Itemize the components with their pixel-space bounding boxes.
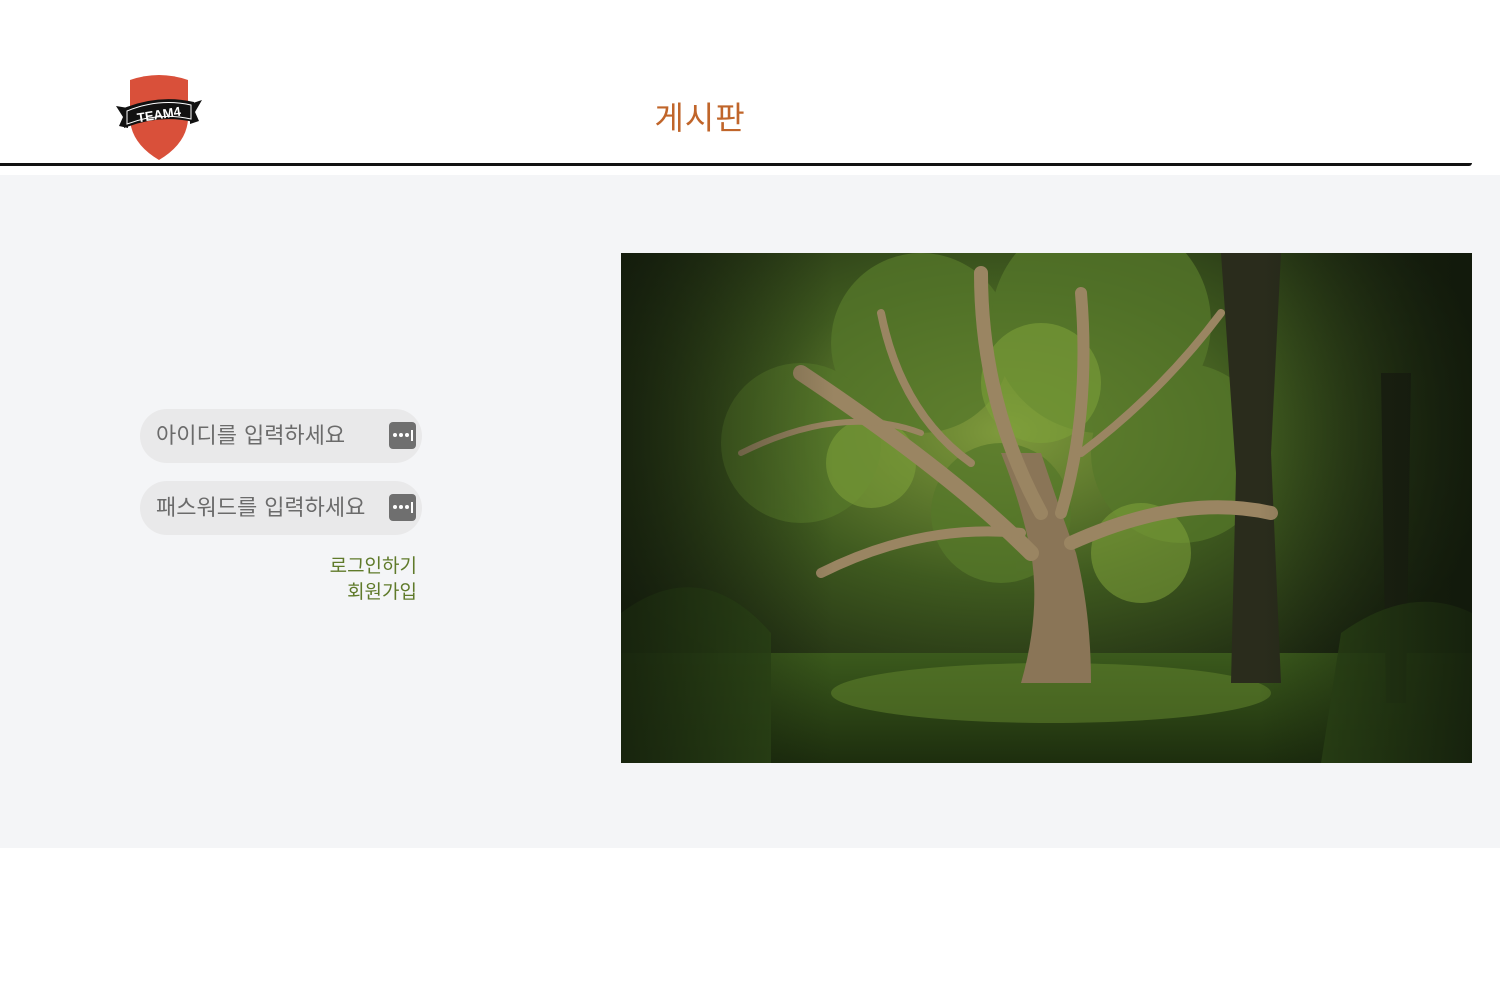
password-manager-icon[interactable] <box>389 494 416 521</box>
login-form <box>140 409 422 553</box>
hero-forest-image <box>621 253 1472 763</box>
id-input[interactable] <box>140 409 422 463</box>
id-field-wrapper <box>140 409 422 463</box>
password-input[interactable] <box>140 481 422 535</box>
main-content: 로그인하기 회원가입 <box>0 175 1500 848</box>
header-divider <box>0 163 1472 166</box>
login-link[interactable]: 로그인하기 <box>140 553 417 579</box>
auth-links: 로그인하기 회원가입 <box>140 553 417 605</box>
page-title: 게시판 <box>654 99 746 137</box>
password-manager-icon[interactable] <box>389 422 416 449</box>
header: TEAM4 게시판 <box>0 0 1500 175</box>
signup-link[interactable]: 회원가입 <box>140 579 417 605</box>
password-field-wrapper <box>140 481 422 535</box>
